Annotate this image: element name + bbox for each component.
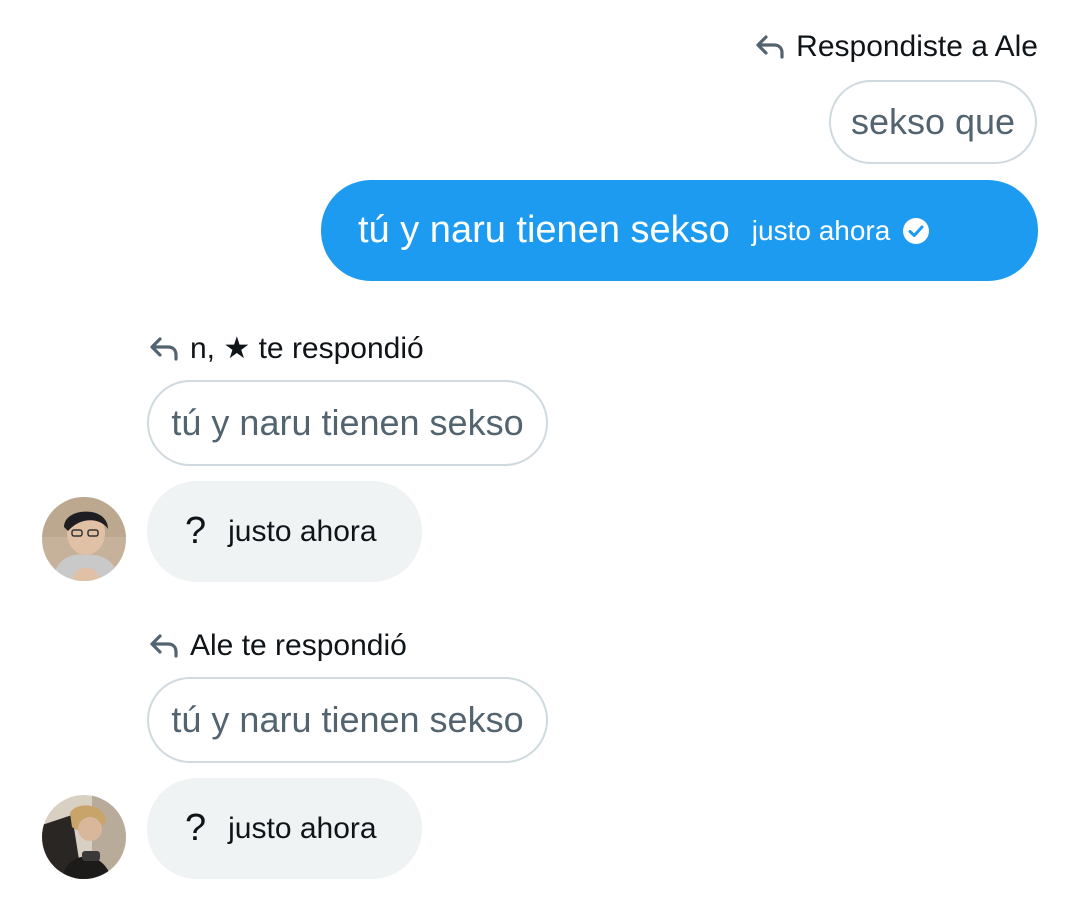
sent-message-time: justo ahora (751, 214, 891, 246)
reply-label-text: Respondiste a Ale (796, 30, 1038, 63)
avatar[interactable] (42, 497, 126, 581)
reply-arrow-icon (148, 632, 180, 660)
quoted-message[interactable]: tú y naru tienen sekso (147, 677, 548, 763)
received-message-bubble[interactable]: ? justo ahora (147, 481, 422, 582)
reply-arrow-icon (148, 335, 180, 363)
received-message-time: justo ahora (228, 514, 377, 548)
sent-message-bubble[interactable]: tú y naru tienen sekso justo ahora (321, 180, 1038, 281)
received-message-bubble[interactable]: ? justo ahora (147, 778, 422, 879)
incoming-reply-label: n, ★ te respondió (148, 331, 424, 366)
reply-label-text: n, ★ te respondió (190, 332, 424, 365)
avatar[interactable] (42, 795, 126, 879)
received-message-text: ? (185, 510, 207, 552)
quoted-message[interactable]: sekso que (829, 80, 1037, 164)
outgoing-reply-label: Respondiste a Ale (754, 30, 1038, 64)
quoted-message[interactable]: tú y naru tienen sekso (147, 380, 548, 466)
incoming-reply-label: Ale te respondió (148, 629, 407, 663)
quoted-message-text: tú y naru tienen sekso (171, 699, 524, 740)
sent-message-text: tú y naru tienen sekso (358, 209, 730, 251)
received-message-text: ? (185, 807, 207, 849)
quoted-message-text: tú y naru tienen sekso (171, 402, 524, 443)
quoted-message-text: sekso que (850, 101, 1016, 142)
check-circle-icon (902, 217, 930, 245)
reply-label-text: Ale te respondió (190, 629, 407, 662)
reply-arrow-icon (754, 33, 786, 61)
received-message-time: justo ahora (228, 811, 377, 845)
